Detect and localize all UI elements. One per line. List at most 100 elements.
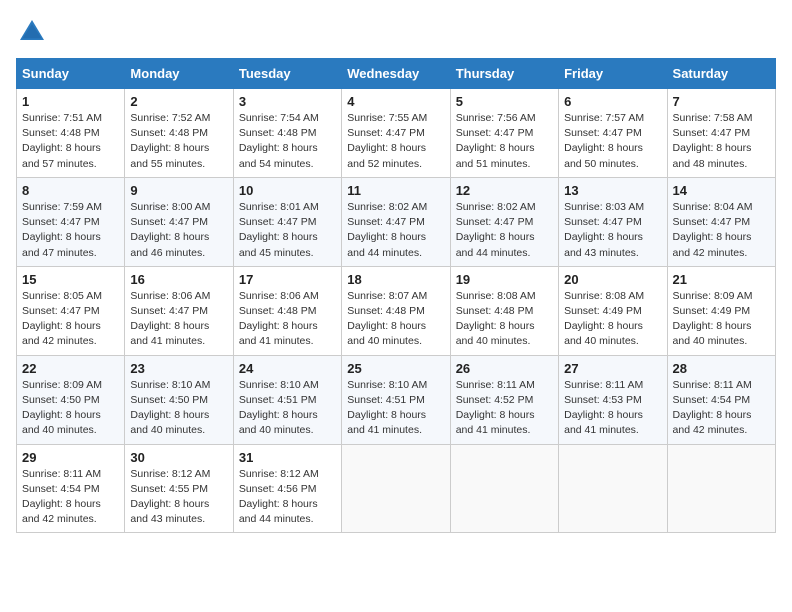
day-number: 11	[347, 183, 444, 198]
calendar-week-row: 22 Sunrise: 8:09 AMSunset: 4:50 PMDaylig…	[17, 355, 776, 444]
day-info: Sunrise: 7:51 AMSunset: 4:48 PMDaylight:…	[22, 111, 119, 172]
day-info: Sunrise: 7:57 AMSunset: 4:47 PMDaylight:…	[564, 111, 661, 172]
day-number: 18	[347, 272, 444, 287]
day-info: Sunrise: 8:11 AMSunset: 4:54 PMDaylight:…	[22, 467, 119, 528]
day-number: 12	[456, 183, 553, 198]
day-number: 25	[347, 361, 444, 376]
day-number: 23	[130, 361, 227, 376]
day-info: Sunrise: 8:09 AMSunset: 4:49 PMDaylight:…	[673, 289, 770, 350]
calendar-cell: 2 Sunrise: 7:52 AMSunset: 4:48 PMDayligh…	[125, 89, 233, 178]
calendar-cell: 22 Sunrise: 8:09 AMSunset: 4:50 PMDaylig…	[17, 355, 125, 444]
day-info: Sunrise: 8:12 AMSunset: 4:56 PMDaylight:…	[239, 467, 336, 528]
day-info: Sunrise: 8:02 AMSunset: 4:47 PMDaylight:…	[456, 200, 553, 261]
day-number: 24	[239, 361, 336, 376]
calendar-cell	[667, 444, 775, 533]
calendar-cell: 29 Sunrise: 8:11 AMSunset: 4:54 PMDaylig…	[17, 444, 125, 533]
calendar-week-row: 15 Sunrise: 8:05 AMSunset: 4:47 PMDaylig…	[17, 266, 776, 355]
calendar-cell: 30 Sunrise: 8:12 AMSunset: 4:55 PMDaylig…	[125, 444, 233, 533]
weekday-header: Saturday	[667, 59, 775, 89]
calendar-cell: 13 Sunrise: 8:03 AMSunset: 4:47 PMDaylig…	[559, 177, 667, 266]
calendar-table: SundayMondayTuesdayWednesdayThursdayFrid…	[16, 58, 776, 533]
calendar-cell: 18 Sunrise: 8:07 AMSunset: 4:48 PMDaylig…	[342, 266, 450, 355]
day-info: Sunrise: 8:06 AMSunset: 4:47 PMDaylight:…	[130, 289, 227, 350]
day-number: 13	[564, 183, 661, 198]
day-info: Sunrise: 8:11 AMSunset: 4:52 PMDaylight:…	[456, 378, 553, 439]
calendar-cell: 12 Sunrise: 8:02 AMSunset: 4:47 PMDaylig…	[450, 177, 558, 266]
calendar-week-row: 29 Sunrise: 8:11 AMSunset: 4:54 PMDaylig…	[17, 444, 776, 533]
day-number: 5	[456, 94, 553, 109]
day-number: 9	[130, 183, 227, 198]
weekday-header: Tuesday	[233, 59, 341, 89]
day-number: 28	[673, 361, 770, 376]
day-number: 27	[564, 361, 661, 376]
calendar-cell: 8 Sunrise: 7:59 AMSunset: 4:47 PMDayligh…	[17, 177, 125, 266]
calendar-cell: 15 Sunrise: 8:05 AMSunset: 4:47 PMDaylig…	[17, 266, 125, 355]
day-info: Sunrise: 8:12 AMSunset: 4:55 PMDaylight:…	[130, 467, 227, 528]
day-number: 1	[22, 94, 119, 109]
calendar-cell: 4 Sunrise: 7:55 AMSunset: 4:47 PMDayligh…	[342, 89, 450, 178]
calendar-cell: 26 Sunrise: 8:11 AMSunset: 4:52 PMDaylig…	[450, 355, 558, 444]
calendar-week-row: 1 Sunrise: 7:51 AMSunset: 4:48 PMDayligh…	[17, 89, 776, 178]
calendar-cell: 10 Sunrise: 8:01 AMSunset: 4:47 PMDaylig…	[233, 177, 341, 266]
day-info: Sunrise: 8:10 AMSunset: 4:51 PMDaylight:…	[347, 378, 444, 439]
calendar-cell	[559, 444, 667, 533]
logo	[16, 16, 52, 48]
calendar-cell: 28 Sunrise: 8:11 AMSunset: 4:54 PMDaylig…	[667, 355, 775, 444]
calendar-cell: 27 Sunrise: 8:11 AMSunset: 4:53 PMDaylig…	[559, 355, 667, 444]
calendar-cell: 5 Sunrise: 7:56 AMSunset: 4:47 PMDayligh…	[450, 89, 558, 178]
day-number: 14	[673, 183, 770, 198]
day-info: Sunrise: 8:11 AMSunset: 4:54 PMDaylight:…	[673, 378, 770, 439]
calendar-cell: 24 Sunrise: 8:10 AMSunset: 4:51 PMDaylig…	[233, 355, 341, 444]
calendar-cell: 23 Sunrise: 8:10 AMSunset: 4:50 PMDaylig…	[125, 355, 233, 444]
day-info: Sunrise: 8:11 AMSunset: 4:53 PMDaylight:…	[564, 378, 661, 439]
day-info: Sunrise: 7:58 AMSunset: 4:47 PMDaylight:…	[673, 111, 770, 172]
day-info: Sunrise: 8:10 AMSunset: 4:51 PMDaylight:…	[239, 378, 336, 439]
weekday-header-row: SundayMondayTuesdayWednesdayThursdayFrid…	[17, 59, 776, 89]
calendar-cell: 3 Sunrise: 7:54 AMSunset: 4:48 PMDayligh…	[233, 89, 341, 178]
calendar-cell	[342, 444, 450, 533]
day-info: Sunrise: 8:10 AMSunset: 4:50 PMDaylight:…	[130, 378, 227, 439]
day-info: Sunrise: 8:02 AMSunset: 4:47 PMDaylight:…	[347, 200, 444, 261]
weekday-header: Monday	[125, 59, 233, 89]
day-info: Sunrise: 8:09 AMSunset: 4:50 PMDaylight:…	[22, 378, 119, 439]
day-info: Sunrise: 8:01 AMSunset: 4:47 PMDaylight:…	[239, 200, 336, 261]
day-info: Sunrise: 7:52 AMSunset: 4:48 PMDaylight:…	[130, 111, 227, 172]
day-info: Sunrise: 8:00 AMSunset: 4:47 PMDaylight:…	[130, 200, 227, 261]
day-number: 7	[673, 94, 770, 109]
day-info: Sunrise: 8:03 AMSunset: 4:47 PMDaylight:…	[564, 200, 661, 261]
day-number: 29	[22, 450, 119, 465]
calendar-cell: 25 Sunrise: 8:10 AMSunset: 4:51 PMDaylig…	[342, 355, 450, 444]
day-info: Sunrise: 8:06 AMSunset: 4:48 PMDaylight:…	[239, 289, 336, 350]
calendar-cell: 11 Sunrise: 8:02 AMSunset: 4:47 PMDaylig…	[342, 177, 450, 266]
day-info: Sunrise: 8:04 AMSunset: 4:47 PMDaylight:…	[673, 200, 770, 261]
day-number: 26	[456, 361, 553, 376]
day-number: 19	[456, 272, 553, 287]
day-number: 30	[130, 450, 227, 465]
calendar-cell: 14 Sunrise: 8:04 AMSunset: 4:47 PMDaylig…	[667, 177, 775, 266]
logo-icon	[16, 16, 48, 48]
day-info: Sunrise: 7:55 AMSunset: 4:47 PMDaylight:…	[347, 111, 444, 172]
day-number: 31	[239, 450, 336, 465]
calendar-cell: 19 Sunrise: 8:08 AMSunset: 4:48 PMDaylig…	[450, 266, 558, 355]
day-info: Sunrise: 7:54 AMSunset: 4:48 PMDaylight:…	[239, 111, 336, 172]
day-info: Sunrise: 8:05 AMSunset: 4:47 PMDaylight:…	[22, 289, 119, 350]
weekday-header: Sunday	[17, 59, 125, 89]
calendar-cell: 16 Sunrise: 8:06 AMSunset: 4:47 PMDaylig…	[125, 266, 233, 355]
calendar-cell: 6 Sunrise: 7:57 AMSunset: 4:47 PMDayligh…	[559, 89, 667, 178]
day-info: Sunrise: 8:08 AMSunset: 4:48 PMDaylight:…	[456, 289, 553, 350]
day-info: Sunrise: 7:56 AMSunset: 4:47 PMDaylight:…	[456, 111, 553, 172]
calendar-cell: 20 Sunrise: 8:08 AMSunset: 4:49 PMDaylig…	[559, 266, 667, 355]
day-number: 15	[22, 272, 119, 287]
weekday-header: Thursday	[450, 59, 558, 89]
day-number: 8	[22, 183, 119, 198]
day-info: Sunrise: 8:08 AMSunset: 4:49 PMDaylight:…	[564, 289, 661, 350]
page-header	[16, 16, 776, 48]
calendar-cell: 21 Sunrise: 8:09 AMSunset: 4:49 PMDaylig…	[667, 266, 775, 355]
calendar-cell: 31 Sunrise: 8:12 AMSunset: 4:56 PMDaylig…	[233, 444, 341, 533]
weekday-header: Wednesday	[342, 59, 450, 89]
day-number: 21	[673, 272, 770, 287]
day-number: 2	[130, 94, 227, 109]
day-number: 20	[564, 272, 661, 287]
day-number: 6	[564, 94, 661, 109]
day-number: 4	[347, 94, 444, 109]
